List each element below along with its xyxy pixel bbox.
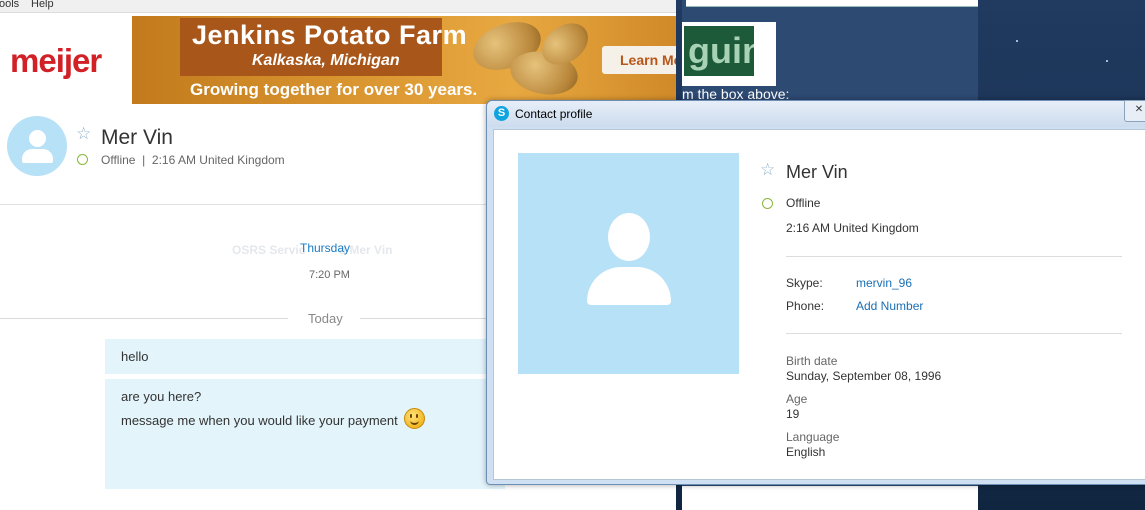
add-number-link[interactable]: Add Number (856, 299, 923, 313)
divider (786, 333, 1122, 334)
captcha-text: guin (684, 26, 754, 76)
star-speck (1106, 60, 1108, 62)
profile-local-time: 2:16 AM United Kingdom (786, 221, 919, 235)
profile-photo (518, 153, 739, 374)
message-bubble[interactable]: hello (105, 339, 505, 374)
skype-label: Skype: (786, 276, 823, 290)
divider (360, 318, 490, 319)
contact-name: Mer Vin (101, 126, 173, 149)
status-offline-icon (77, 154, 88, 165)
birth-date-value: Sunday, September 08, 1996 (786, 369, 942, 383)
learn-more-button[interactable]: Learn Mo (602, 46, 676, 74)
avatar-body-shape (587, 267, 671, 305)
captcha-box: guin (682, 22, 776, 86)
status-offline-icon (762, 198, 773, 209)
ad-location: Kalkaska, Michigan (252, 52, 400, 69)
message-bubble[interactable]: are you here? message me when you would … (105, 379, 505, 489)
favorite-star-icon[interactable]: ☆ (760, 160, 775, 180)
dialog-titlebar[interactable]: S Contact profile ✕ (487, 100, 1145, 127)
profile-name: Mer Vin (786, 162, 848, 182)
profile-status: Offline (786, 196, 821, 210)
avatar[interactable] (7, 116, 67, 176)
background-input[interactable] (686, 0, 978, 7)
contact-profile-dialog: S Contact profile ✕ ☆ Mer Vin Offline 2:… (486, 100, 1145, 485)
ad-tagline: Growing together for over 30 years. (190, 80, 478, 99)
favorite-star-icon[interactable]: ☆ (76, 124, 91, 144)
message-text: message me when you would like your paym… (121, 413, 398, 428)
close-button[interactable]: ✕ (1124, 100, 1145, 122)
ad-banner[interactable]: meijer Jenkins Potato Farm Kalkaska, Mic… (0, 14, 676, 104)
avatar-head-shape (608, 213, 650, 261)
language-label: Language (786, 430, 840, 444)
profile-body: ☆ Mer Vin Offline 2:16 AM United Kingdom… (493, 129, 1145, 480)
age-label: Age (786, 392, 808, 406)
avatar-body-shape (22, 149, 53, 163)
age-value: 19 (786, 407, 800, 421)
divider (0, 318, 288, 319)
message-time: 7:20 PM (309, 269, 350, 281)
background-lower-panel (682, 486, 978, 510)
message-text: are you here? (121, 389, 202, 404)
date-header-today: Today (308, 311, 343, 326)
menu-bar: ools Help (0, 0, 676, 13)
divider (786, 256, 1122, 257)
meijer-logo: meijer (10, 42, 102, 79)
ad-title: Jenkins Potato Farm (192, 20, 468, 50)
birth-date-label: Birth date (786, 354, 838, 368)
menu-tools[interactable]: ools (0, 0, 19, 10)
skype-name-link[interactable]: mervin_96 (856, 276, 912, 290)
language-value: English (786, 445, 826, 459)
smiley-emoticon-icon (404, 408, 425, 429)
star-speck (1016, 40, 1018, 42)
menu-help[interactable]: Help (31, 0, 54, 10)
skype-logo-icon: S (494, 106, 509, 121)
contact-status-line: Offline | 2:16 AM United Kingdom (101, 153, 285, 167)
date-header-thursday: Thursday (300, 241, 351, 255)
message-text: hello (121, 349, 149, 364)
ad-image[interactable]: Jenkins Potato Farm Kalkaska, Michigan G… (132, 16, 676, 104)
dialog-title: Contact profile (515, 107, 593, 121)
phone-label: Phone: (786, 299, 825, 313)
avatar-head-shape (29, 130, 46, 147)
